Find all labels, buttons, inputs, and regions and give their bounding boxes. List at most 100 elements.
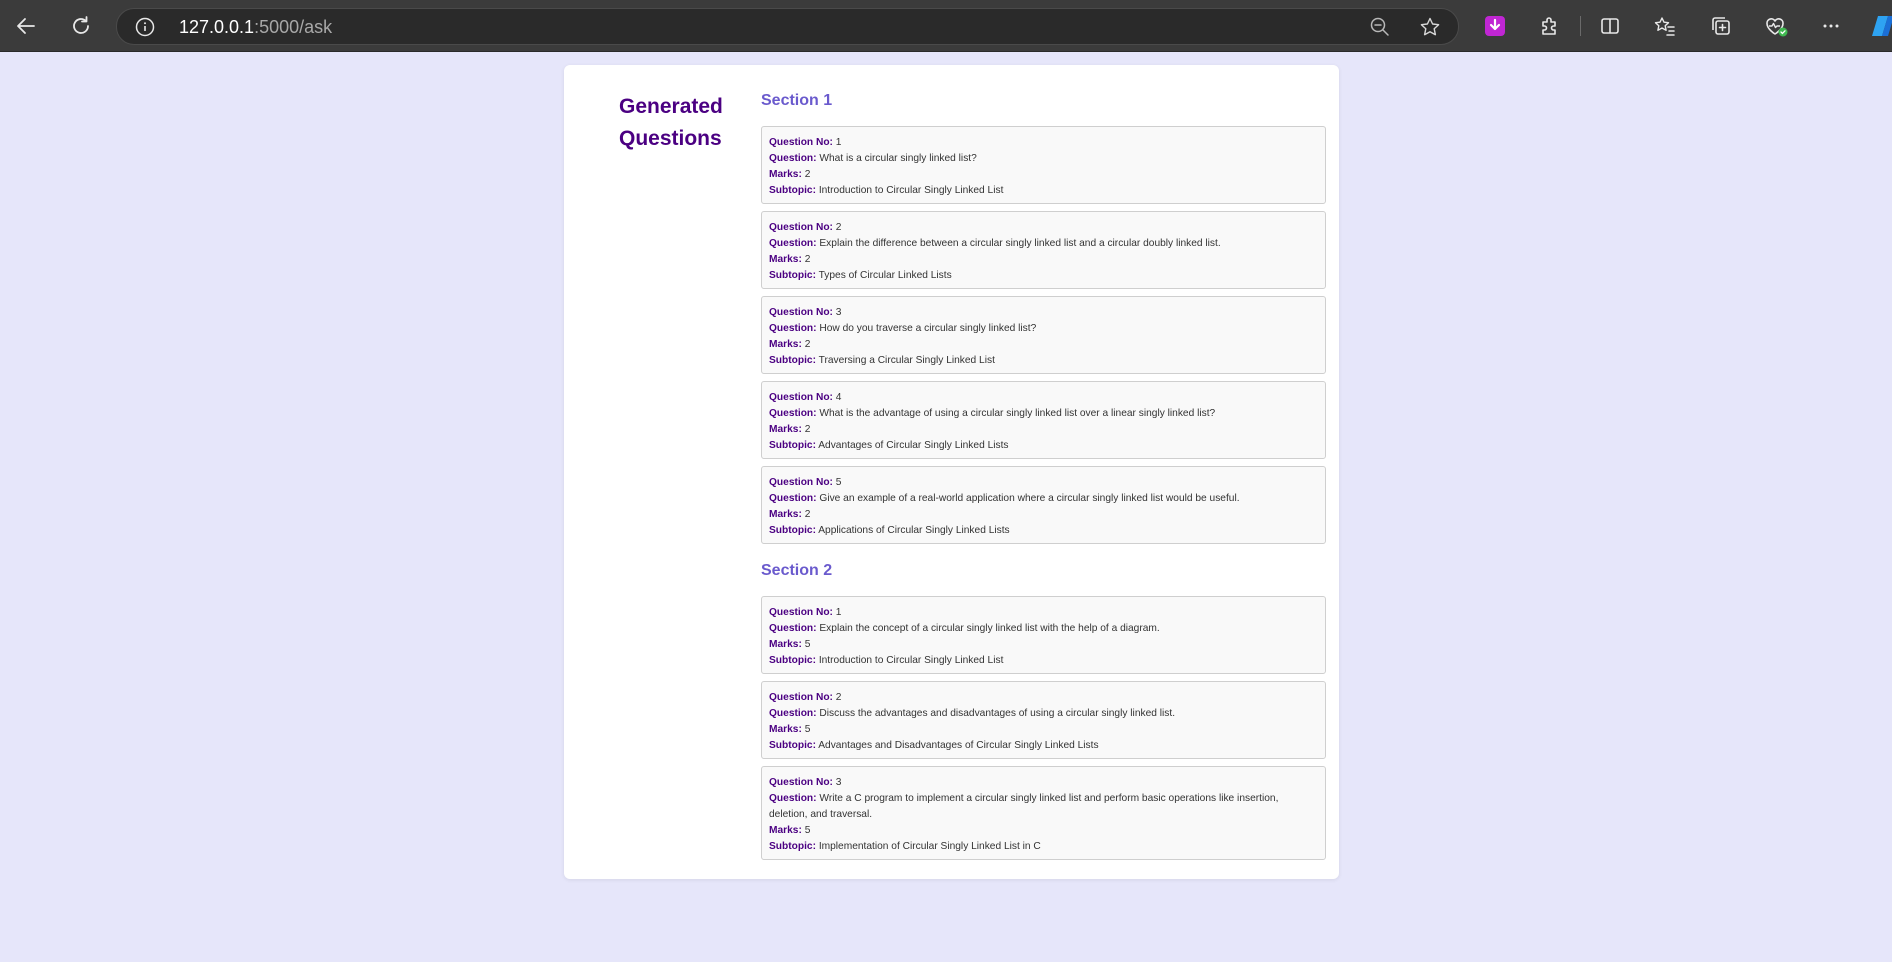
marks-label: Marks: bbox=[769, 724, 802, 735]
question-row: Question: What is the advantage of using… bbox=[769, 406, 1318, 422]
favorite-star-icon[interactable] bbox=[1419, 16, 1441, 38]
refresh-icon[interactable] bbox=[65, 10, 97, 42]
marks-label: Marks: bbox=[769, 509, 802, 520]
page-heading: Generated Questions bbox=[619, 95, 723, 150]
subtopic-label: Subtopic: bbox=[769, 740, 816, 751]
question-card: Question No: 1 Question: Explain the con… bbox=[761, 596, 1326, 674]
subtopic-value: Traversing a Circular Singly Linked List bbox=[818, 355, 995, 366]
question-no-value: 2 bbox=[835, 222, 842, 233]
question-row: Question: How do you traverse a circular… bbox=[769, 321, 1318, 337]
question-no-value: 4 bbox=[835, 392, 842, 403]
question-label: Question: bbox=[769, 408, 817, 419]
question-label: Question: bbox=[769, 323, 817, 334]
question-text: Discuss the advantages and disadvantages… bbox=[819, 708, 1176, 719]
subtopic-value: Implementation of Circular Singly Linked… bbox=[818, 841, 1041, 852]
subtopic-value: Advantages and Disadvantages of Circular… bbox=[818, 740, 1099, 751]
marks-label: Marks: bbox=[769, 825, 802, 836]
subtopic-label: Subtopic: bbox=[769, 525, 816, 536]
question-no-value: 1 bbox=[835, 137, 842, 148]
url-host: 127.0.0.1 bbox=[179, 17, 255, 37]
question-card: Question No: 3 Question: Write a C progr… bbox=[761, 766, 1326, 860]
marks-label: Marks: bbox=[769, 424, 802, 435]
marks-value: 2 bbox=[804, 339, 811, 350]
subtopic-row: Subtopic: Introduction to Circular Singl… bbox=[769, 183, 1318, 199]
marks-row: Marks: 2 bbox=[769, 507, 1318, 523]
download-extension-icon[interactable] bbox=[1479, 10, 1511, 42]
marks-label: Marks: bbox=[769, 254, 802, 265]
marks-value: 2 bbox=[804, 169, 811, 180]
question-label: Question: bbox=[769, 708, 817, 719]
more-options-icon[interactable] bbox=[1815, 10, 1847, 42]
browser-essentials-icon[interactable] bbox=[1760, 10, 1792, 42]
question-card: Question No: 5 Question: Give an example… bbox=[761, 466, 1326, 544]
question-no-label: Question No: bbox=[769, 392, 833, 403]
question-no-label: Question No: bbox=[769, 137, 833, 148]
question-no-label: Question No: bbox=[769, 307, 833, 318]
extensions-puzzle-icon[interactable] bbox=[1534, 10, 1566, 42]
section-title: Section 2 bbox=[761, 562, 833, 579]
question-label: Question: bbox=[769, 153, 817, 164]
subtopic-label: Subtopic: bbox=[769, 655, 816, 666]
subtopic-row: Subtopic: Advantages and Disadvantages o… bbox=[769, 738, 1318, 754]
marks-row: Marks: 2 bbox=[769, 167, 1318, 183]
zoom-out-icon[interactable] bbox=[1369, 16, 1391, 38]
question-no-label: Question No: bbox=[769, 607, 833, 618]
question-no-row: Question No: 1 bbox=[769, 605, 1318, 621]
collections-icon[interactable] bbox=[1705, 10, 1737, 42]
question-no-label: Question No: bbox=[769, 222, 833, 233]
question-label: Question: bbox=[769, 623, 817, 634]
split-screen-icon[interactable] bbox=[1594, 10, 1626, 42]
subtopic-row: Subtopic: Traversing a Circular Singly L… bbox=[769, 353, 1318, 369]
question-text: Give an example of a real-world applicat… bbox=[819, 493, 1240, 504]
question-card: Question No: 2 Question: Explain the dif… bbox=[761, 211, 1326, 289]
subtopic-value: Introduction to Circular Singly Linked L… bbox=[818, 655, 1004, 666]
address-bar[interactable]: 127.0.0.1:5000/ask bbox=[116, 8, 1459, 45]
question-text: Explain the concept of a circular singly… bbox=[819, 623, 1160, 634]
question-row: Question: Write a C program to implement… bbox=[769, 791, 1318, 823]
sections-container: Section 1 Question No: 1 Question: What … bbox=[761, 91, 1326, 867]
subtopic-row: Subtopic: Applications of Circular Singl… bbox=[769, 523, 1318, 539]
url-path: :5000/ask bbox=[254, 17, 333, 37]
marks-row: Marks: 5 bbox=[769, 722, 1318, 738]
marks-row: Marks: 5 bbox=[769, 823, 1318, 839]
section-title: Section 1 bbox=[761, 92, 833, 109]
marks-value: 5 bbox=[804, 724, 811, 735]
question-no-value: 5 bbox=[835, 477, 842, 488]
question-card: Question No: 1 Question: What is a circu… bbox=[761, 126, 1326, 204]
site-info-icon[interactable] bbox=[135, 17, 155, 37]
questions-card: Generated Questions Section 1 Question N… bbox=[564, 65, 1339, 879]
marks-label: Marks: bbox=[769, 169, 802, 180]
copilot-icon[interactable] bbox=[1864, 10, 1892, 42]
question-no-row: Question No: 3 bbox=[769, 305, 1318, 321]
question-text: How do you traverse a circular singly li… bbox=[819, 323, 1037, 334]
subtopic-value: Introduction to Circular Singly Linked L… bbox=[818, 185, 1004, 196]
question-no-value: 2 bbox=[835, 692, 842, 703]
question-no-row: Question No: 4 bbox=[769, 390, 1318, 406]
question-text: What is the advantage of using a circula… bbox=[819, 408, 1216, 419]
question-card: Question No: 3 Question: How do you trav… bbox=[761, 296, 1326, 374]
subtopic-value: Applications of Circular Singly Linked L… bbox=[818, 525, 1010, 536]
question-label: Question: bbox=[769, 493, 817, 504]
question-row: Question: Explain the difference between… bbox=[769, 236, 1318, 252]
question-label: Question: bbox=[769, 238, 817, 249]
question-card: Question No: 2 Question: Discuss the adv… bbox=[761, 681, 1326, 759]
marks-row: Marks: 5 bbox=[769, 637, 1318, 653]
subtopic-row: Subtopic: Implementation of Circular Sin… bbox=[769, 839, 1318, 855]
question-text: What is a circular singly linked list? bbox=[819, 153, 977, 164]
marks-value: 5 bbox=[804, 825, 811, 836]
browser-toolbar: 127.0.0.1:5000/ask bbox=[0, 0, 1892, 52]
marks-row: Marks: 2 bbox=[769, 422, 1318, 438]
marks-value: 2 bbox=[804, 509, 811, 520]
question-no-row: Question No: 2 bbox=[769, 220, 1318, 236]
subtopic-label: Subtopic: bbox=[769, 440, 816, 451]
question-no-label: Question No: bbox=[769, 692, 833, 703]
back-icon[interactable] bbox=[10, 10, 42, 42]
favorites-list-icon[interactable] bbox=[1649, 10, 1681, 42]
marks-label: Marks: bbox=[769, 339, 802, 350]
question-no-row: Question No: 5 bbox=[769, 475, 1318, 491]
question-no-value: 3 bbox=[835, 777, 842, 788]
address-url[interactable]: 127.0.0.1:5000/ask bbox=[179, 17, 332, 38]
subtopic-value: Advantages of Circular Singly Linked Lis… bbox=[818, 440, 1009, 451]
question-no-row: Question No: 2 bbox=[769, 690, 1318, 706]
subtopic-label: Subtopic: bbox=[769, 185, 816, 196]
